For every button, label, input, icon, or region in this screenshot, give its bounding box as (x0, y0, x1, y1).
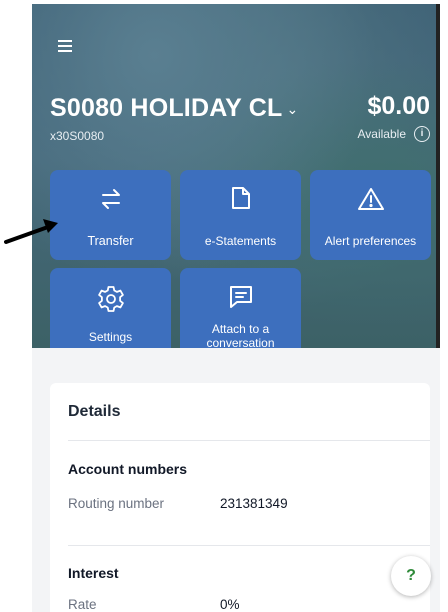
available-label: Available (357, 127, 406, 141)
interest-title: Interest (68, 565, 119, 581)
divider (68, 545, 430, 546)
account-numbers-title: Account numbers (68, 461, 188, 477)
rate-value: 0% (220, 597, 240, 612)
help-button[interactable]: ? (391, 556, 431, 596)
attach-conversation-label: Attach to a conversation (206, 322, 275, 350)
details-title: Details (68, 403, 121, 420)
balance-amount: $0.00 (367, 92, 430, 120)
balance-available: Available i (358, 126, 430, 142)
rate-label: Rate (68, 597, 97, 612)
details-card: Details Account numbers Routing number 2… (50, 383, 430, 612)
account-name: S0080 HOLIDAY CL (50, 94, 283, 122)
routing-number-label: Routing number (68, 496, 165, 511)
left-margin (0, 0, 32, 612)
routing-number-value: 231381349 (220, 496, 288, 511)
chat-icon (229, 286, 252, 308)
account-selector[interactable]: S0080 HOLIDAY CL ⌄ (50, 94, 298, 123)
right-margin (442, 0, 448, 612)
divider (68, 440, 430, 441)
attach-conversation-button[interactable]: Attach to a conversation (180, 268, 301, 356)
settings-button[interactable]: Settings (50, 268, 171, 356)
alert-preferences-button[interactable]: Alert preferences (310, 170, 431, 260)
e-statements-button[interactable]: e-Statements (180, 170, 301, 260)
warning-icon (357, 188, 384, 210)
pointer-arrow-icon (4, 219, 58, 244)
alert-preferences-label: Alert preferences (324, 234, 417, 248)
e-statements-label: e-Statements (204, 234, 277, 248)
transfer-button[interactable]: Transfer (50, 170, 171, 260)
account-number: x30S0080 (50, 129, 105, 143)
hero-edge (436, 4, 440, 348)
hamburger-menu-icon[interactable] (58, 40, 72, 52)
settings-label: Settings (88, 330, 133, 344)
transfer-label: Transfer (87, 234, 134, 248)
document-icon (231, 187, 250, 209)
transfer-icon (101, 189, 120, 209)
chevron-down-icon: ⌄ (286, 100, 299, 117)
gear-icon (97, 286, 124, 312)
info-icon[interactable]: i (414, 126, 430, 142)
